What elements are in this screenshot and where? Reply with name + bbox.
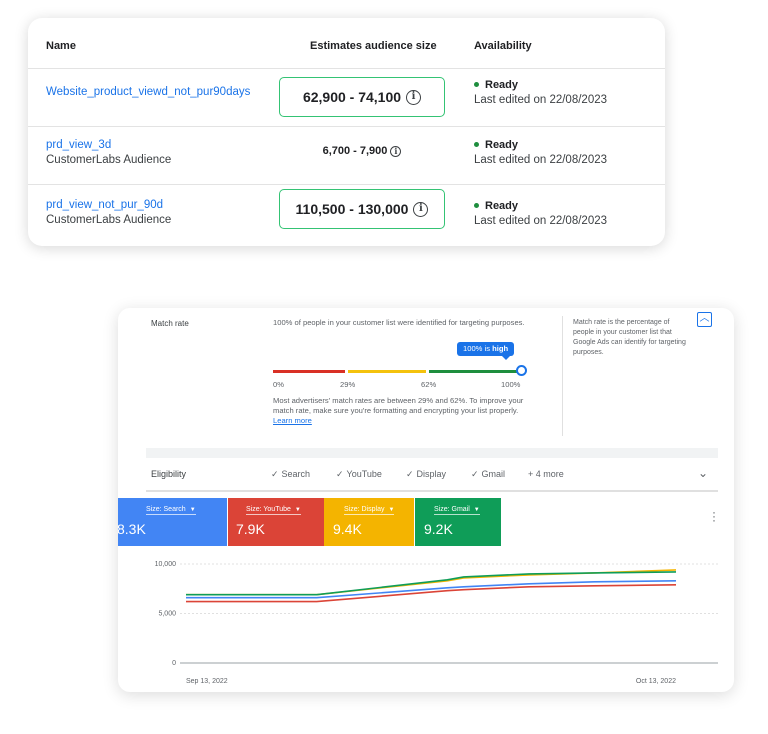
last-edited-text: Last edited on 22/08/2023 [474,94,608,106]
status-dot-icon [474,141,479,147]
match-rate-bar-low [273,370,345,373]
metric-label-text: Size: YouTube [246,506,291,513]
series-line-1 [186,584,677,603]
metric-label[interactable]: Size: YouTube ▼ [246,506,301,515]
audience-source-text: CustomerLabs Audience [46,154,172,166]
check-icon: ✓ [406,469,414,479]
eligibility-item-youtube: ✓ YouTube [336,469,382,480]
status-dot-icon [474,202,479,208]
match-rate-card: Match rate 100% of people in your custom… [118,308,734,692]
status-text: Ready [485,139,519,151]
status-badge: Ready [474,200,518,212]
eligibility-row[interactable]: Eligibility ✓ Search ✓ YouTube ✓ Display ✓ G… [146,458,718,492]
match-rate-tick: 0% [273,380,284,389]
x-tick-label: Oct 13, 2022 [636,678,676,685]
check-icon: ✓ [336,469,344,479]
metric-value: 7.9K [236,521,265,537]
divider [562,316,563,436]
eligibility-item-display: ✓ Display [406,469,446,480]
audience-size-value: 62,900 - 74,100 [302,89,402,105]
audience-name-link[interactable]: prd_view_3d [46,139,111,151]
metric-label-text: Size: Display [344,506,385,513]
column-header-availability: Availability [474,40,532,52]
audience-name-link[interactable]: Website_product_viewd_not_pur90days [46,86,250,98]
badge-is: is [484,344,491,353]
metric-label-text: Size: Gmail [434,506,470,513]
match-rate-bar-high [429,370,521,373]
y-tick-label: 0 [172,660,176,667]
last-edited-text: Last edited on 22/08/2023 [474,215,608,227]
metric-label[interactable]: Size: Display ▼ [344,506,395,515]
audience-table-card: Name Estimates audience size Availabilit… [28,18,665,246]
metric-label-text: Size: Search [146,506,186,513]
match-rate-tick: 62% [421,380,437,389]
metric-tile-search[interactable]: Size: Search ▼ 8.3K [118,498,227,546]
match-rate-bar-mid [348,370,426,373]
status-text: Ready [485,200,519,212]
learn-more-link[interactable]: Learn more [273,416,312,425]
metric-tile-youtube[interactable]: Size: YouTube ▼ 7.9K [228,498,324,546]
last-edited-text: Last edited on 22/08/2023 [474,154,608,166]
eligibility-item-label: Display [416,469,447,479]
eligibility-item-label: Gmail [481,469,506,479]
info-icon[interactable]: i [390,145,402,157]
audience-size-cell: 6,700 - 7,900 i [279,145,445,157]
y-tick-label: 10,000 [155,561,177,568]
eligibility-title: Eligibility [151,469,187,479]
metric-value: 9.4K [333,521,362,537]
column-header-name: Name [46,40,76,52]
metric-value: 9.2K [424,521,453,537]
status-badge: Ready [474,139,518,151]
table-row[interactable]: prd_view_3d CustomerLabs Audience 6,700 … [28,126,665,184]
match-rate-side-note: Match rate is the percentage of people i… [573,319,686,356]
eligibility-item-gmail: ✓ Gmail [471,469,505,480]
dropdown-arrow-icon: ▼ [189,507,196,513]
match-rate-tick: 29% [340,380,356,389]
audience-name-link[interactable]: prd_view_not_pur_90d [46,199,163,211]
table-row[interactable]: prd_view_not_pur_90d CustomerLabs Audien… [28,184,665,246]
metric-label[interactable]: Size: Gmail ▼ [434,506,480,515]
y-tick-label: 5,000 [158,611,176,618]
badge-level: high [492,344,509,353]
table-row[interactable]: Website_product_viewd_not_pur90days 62,9… [28,68,665,126]
eligibility-item-search: ✓ Search [271,469,310,480]
match-rate-description: 100% of people in your customer list wer… [273,318,525,327]
audience-size-highlight: 62,900 - 74,100 i [279,77,445,117]
check-icon: ✓ [471,469,479,479]
match-rate-slider-knob [516,365,527,376]
metric-label[interactable]: Size: Search ▼ [146,506,196,515]
dropdown-arrow-icon: ▼ [473,507,480,513]
match-rate-note-text: Most advertisers' match rates are betwee… [273,396,524,415]
metric-tile-display[interactable]: Size: Display ▼ 9.4K [324,498,414,546]
metric-tile-gmail[interactable]: Size: Gmail ▼ 9.2K [415,498,501,546]
eligibility-more[interactable]: + 4 more [528,469,564,479]
x-tick-label: Sep 13, 2022 [186,678,228,685]
audience-size-value: 110,500 - 130,000 [295,201,409,217]
match-rate-badge: 100% is high [457,342,515,360]
chevron-down-icon[interactable]: ⌄ [698,466,708,480]
metric-value: 8.3K [118,521,146,537]
audience-size-highlight: 110,500 - 130,000 i [279,189,445,229]
dropdown-arrow-icon: ▼ [388,507,395,513]
match-rate-tick: 100% [501,380,521,389]
status-badge: Ready [474,79,518,91]
audience-size-value: 6,700 - 7,900 [322,145,388,157]
collapse-chevron-up-icon[interactable]: ︿ [697,312,712,327]
more-options-icon[interactable]: · · · [712,506,716,526]
eligibility-item-label: YouTube [346,469,382,479]
status-text: Ready [485,79,519,91]
size-line-chart: 0 5,000 10,000 Sep 13, 2022 Oct 13, 2022 [155,561,718,685]
eligibility-item-label: Search [281,469,311,479]
check-icon: ✓ [271,469,279,479]
dropdown-arrow-icon: ▼ [294,507,301,513]
badge-percent: 100% [463,344,483,353]
audience-source-text: CustomerLabs Audience [46,214,172,226]
status-dot-icon [474,81,479,87]
info-icon[interactable]: i [406,89,422,105]
match-rate-label: Match rate [151,319,189,328]
section-divider [146,448,718,458]
match-rate-note: Most advertisers' match rates are betwee… [273,396,533,426]
column-header-size: Estimates audience size [310,40,437,52]
info-icon[interactable]: i [413,201,429,217]
